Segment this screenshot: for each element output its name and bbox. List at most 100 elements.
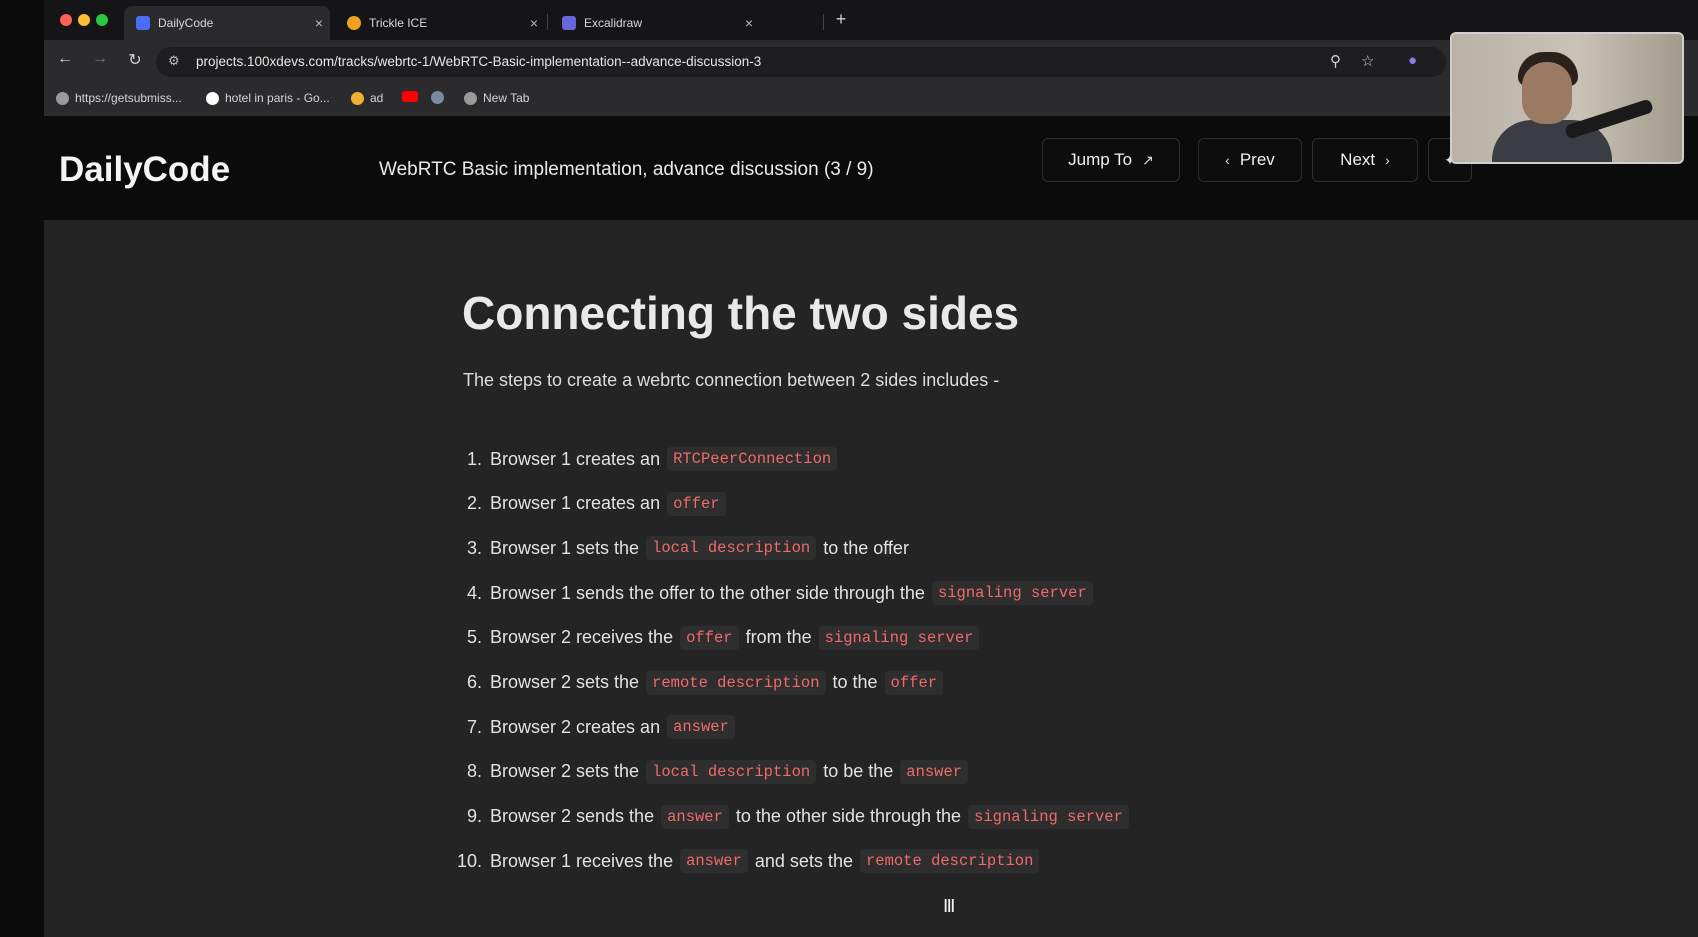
- bookmark-star-icon[interactable]: ☆: [1361, 52, 1374, 70]
- inline-code: offer: [680, 625, 739, 650]
- list-item-text: Browser 2 receives the: [490, 627, 674, 648]
- intro-paragraph: The steps to create a webrtc connection …: [463, 370, 1000, 390]
- globe-icon: [464, 91, 477, 105]
- list-item-number: 8.: [466, 761, 482, 782]
- tab-dailycode[interactable]: DailyCode ×: [124, 6, 330, 40]
- list-item: 2. Browser 1 creates an offer: [444, 489, 733, 519]
- list-item-text: Browser 2 sets the: [490, 672, 640, 692]
- list-item-text: Browser 1 receives the: [490, 850, 674, 871]
- youtube-icon: [402, 91, 418, 102]
- inline-code: remote description: [859, 849, 1040, 874]
- minimize-window-button[interactable]: [78, 14, 90, 26]
- bookmark-label: hotel in paris - Go...: [225, 91, 330, 105]
- list-item: 8. Browser 2 sets the local description to …: [444, 757, 975, 787]
- brand-logo[interactable]: DailyCode: [59, 150, 230, 190]
- screen: DailyCode × Trickle ICE × Excalidraw × +…: [0, 0, 1698, 937]
- trickle-ice-favicon-icon: [347, 16, 361, 30]
- list-item-number: 1.: [466, 448, 482, 469]
- tab-title: DailyCode: [158, 16, 214, 30]
- list-item: 7. Browser 2 creates an answer: [444, 712, 742, 742]
- jump-to-label: Jump To: [1068, 150, 1133, 169]
- tab-trickle-ice[interactable]: Trickle ICE ×: [335, 6, 545, 40]
- prev-button[interactable]: ‹ Prev: [1198, 138, 1302, 182]
- list-item-number: 7.: [466, 716, 482, 737]
- site-settings-icon[interactable]: ⚙: [168, 53, 180, 69]
- list-item: 1. Browser 1 creates an RTCPeerConnection: [444, 444, 844, 474]
- google-icon: [206, 91, 219, 105]
- inline-code: answer: [680, 849, 748, 874]
- bookmark-getsubmiss[interactable]: https://getsubmiss...: [56, 91, 182, 105]
- inline-code: offer: [667, 491, 726, 516]
- close-tab-icon[interactable]: ×: [308, 15, 330, 31]
- prev-label: Prev: [1239, 150, 1275, 169]
- reload-icon[interactable]: ↻: [124, 50, 146, 70]
- list-item: 10. Browser 1 receives the answer and sets …: [444, 846, 1046, 876]
- inline-code: remote description: [646, 670, 826, 695]
- next-button[interactable]: Next ›: [1312, 138, 1418, 182]
- tab-title: Trickle ICE: [369, 16, 428, 30]
- bookmark-settings[interactable]: [431, 91, 450, 104]
- forward-icon[interactable]: →: [89, 50, 111, 68]
- list-item: 5. Browser 2 receives the offer from the sig…: [444, 623, 986, 653]
- inline-code: answer: [661, 804, 729, 829]
- close-tab-icon[interactable]: ×: [523, 15, 545, 31]
- bookmark-youtube[interactable]: [402, 91, 424, 102]
- inline-code: local description: [646, 536, 817, 561]
- list-item-text: to be the: [823, 761, 894, 782]
- list-item-text: to the: [832, 672, 878, 692]
- inline-code: offer: [884, 670, 944, 695]
- dailycode-favicon-icon: [136, 16, 150, 30]
- list-item-text: and sets the: [754, 850, 853, 871]
- tab-title: Excalidraw: [584, 16, 643, 30]
- gear-icon: [431, 91, 444, 104]
- chevron-right-icon: ›: [1385, 152, 1390, 168]
- bookmark-label: https://getsubmiss...: [75, 91, 182, 105]
- presenter-head: [1522, 62, 1572, 124]
- list-item-number: 3.: [466, 537, 482, 558]
- extension-icon[interactable]: ●: [1408, 52, 1417, 69]
- back-icon[interactable]: ←: [54, 50, 76, 68]
- jump-to-button[interactable]: Jump To ↗: [1042, 138, 1180, 182]
- chevron-left-icon: ‹: [1225, 152, 1230, 168]
- next-label: Next: [1340, 150, 1376, 169]
- bookmark-ad[interactable]: ad: [351, 91, 383, 105]
- tab-excalidraw[interactable]: Excalidraw ×: [550, 6, 760, 40]
- list-item-text: Browser 1 sets the: [490, 537, 640, 558]
- inline-code: signaling server: [818, 625, 980, 650]
- tab-separator: [547, 14, 548, 30]
- webcam-overlay: [1450, 32, 1684, 164]
- list-item-text: Browser 2 sends the: [490, 806, 655, 827]
- list-item: 3. Browser 1 sets the local description to …: [444, 533, 909, 563]
- lesson-title: WebRTC Basic implementation, advance dis…: [379, 159, 874, 180]
- list-item: 4. Browser 1 sends the offer to the other…: [444, 578, 1100, 608]
- new-tab-button[interactable]: +: [830, 9, 852, 30]
- inline-code: RTCPeerConnection: [667, 447, 838, 471]
- list-item-text: to the offer: [823, 537, 909, 558]
- inline-code: answer: [667, 715, 735, 740]
- bookmark-hotel-in-paris[interactable]: hotel in paris - Go...: [206, 91, 330, 105]
- list-item-text: from the: [745, 627, 812, 648]
- inline-code: signaling server: [931, 581, 1093, 606]
- list-item-number: 5.: [466, 627, 482, 648]
- bookmark-label: ad: [370, 91, 384, 105]
- close-window-button[interactable]: [60, 14, 72, 26]
- desktop-edge: [0, 0, 44, 937]
- list-item-text: Browser 2 creates an: [490, 716, 661, 737]
- fire-icon: [351, 91, 364, 105]
- section-heading: Connecting the two sides: [462, 287, 1020, 339]
- list-item-number: 4.: [466, 582, 482, 603]
- maximize-window-button[interactable]: [96, 14, 108, 26]
- inline-code: answer: [900, 759, 969, 784]
- tab-separator: [823, 14, 824, 30]
- list-item-number: 6.: [466, 672, 482, 692]
- bookmark-new-tab[interactable]: New Tab: [464, 91, 529, 105]
- list-item-text: to the other side through the: [735, 806, 962, 827]
- url-text[interactable]: projects.100xdevs.com/tracks/webrtc-1/We…: [196, 54, 761, 69]
- excalidraw-favicon-icon: [562, 16, 576, 30]
- inline-code: signaling server: [968, 804, 1129, 829]
- lesson-content: Connecting the two sides The steps to cr…: [44, 220, 1698, 937]
- zoom-icon[interactable]: ⚲: [1330, 52, 1341, 70]
- close-tab-icon[interactable]: ×: [738, 15, 760, 31]
- list-item-text: Browser 1 sends the offer to the other s…: [490, 582, 925, 603]
- text-cursor-icon: Ⅲ: [943, 896, 956, 916]
